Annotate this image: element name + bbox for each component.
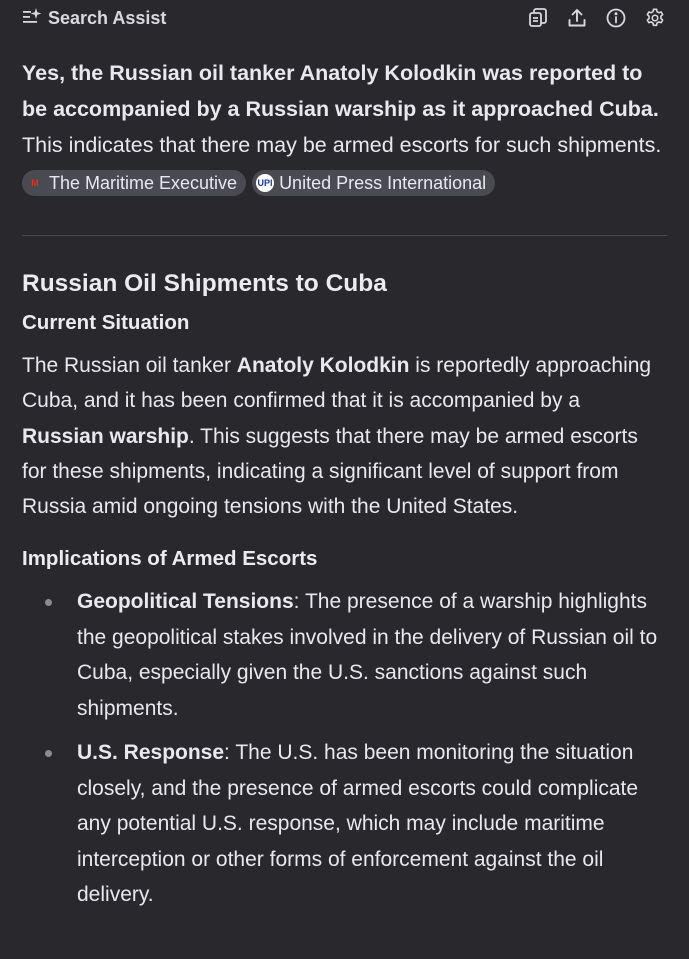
share-icon[interactable] bbox=[565, 6, 589, 30]
search-assist-brand: Search Assist bbox=[22, 7, 166, 30]
source-chip-upi[interactable]: UPI United Press International bbox=[252, 170, 496, 196]
warship-text: Russian warship bbox=[22, 424, 189, 448]
header-actions bbox=[526, 6, 667, 30]
settings-icon[interactable] bbox=[643, 6, 667, 30]
answer-text: This indicates that there may be armed e… bbox=[22, 133, 662, 157]
implications-list: Geopolitical Tensions: The presence of a… bbox=[22, 584, 667, 913]
item-text: : The U.S. has been monitoring the situa… bbox=[77, 741, 639, 907]
item-label: Geopolitical Tensions bbox=[77, 590, 294, 614]
source-name: United Press International bbox=[279, 173, 487, 193]
info-icon[interactable] bbox=[604, 6, 628, 30]
source-chip-maritime-executive[interactable]: M The Maritime Executive bbox=[22, 170, 247, 196]
current-situation-paragraph: The Russian oil tanker Anatoly Kolodkin … bbox=[22, 348, 667, 524]
divider bbox=[22, 235, 667, 236]
upi-logo-icon: UPI bbox=[256, 174, 275, 192]
answer-bold: Yes, the Russian oil tanker Anatoly Kolo… bbox=[22, 61, 659, 121]
implications-heading: Implications of Armed Escorts bbox=[22, 547, 318, 571]
current-situation-heading: Current Situation bbox=[22, 311, 190, 334]
answer-summary: Yes, the Russian oil tanker Anatoly Kolo… bbox=[0, 55, 689, 199]
bullet-dot bbox=[45, 750, 52, 758]
copy-icon[interactable] bbox=[526, 6, 550, 30]
text-run: The Russian oil tanker bbox=[22, 354, 237, 377]
list-item: Geopolitical Tensions: The presence of a… bbox=[22, 584, 667, 726]
list-item: U.S. Response: The U.S. has been monitor… bbox=[22, 735, 667, 913]
section-title: Russian Oil Shipments to Cuba bbox=[22, 270, 387, 297]
item-label: U.S. Response bbox=[77, 741, 225, 765]
search-assist-title: Search Assist bbox=[48, 7, 167, 28]
source-name: The Maritime Executive bbox=[49, 173, 238, 193]
sparkle-list-icon bbox=[22, 7, 42, 30]
search-assist-header: Search Assist bbox=[0, 0, 689, 36]
bullet-dot bbox=[45, 599, 52, 607]
tanker-name: Anatoly Kolodkin bbox=[236, 354, 410, 377]
maritime-executive-logo-icon: M bbox=[31, 178, 39, 188]
